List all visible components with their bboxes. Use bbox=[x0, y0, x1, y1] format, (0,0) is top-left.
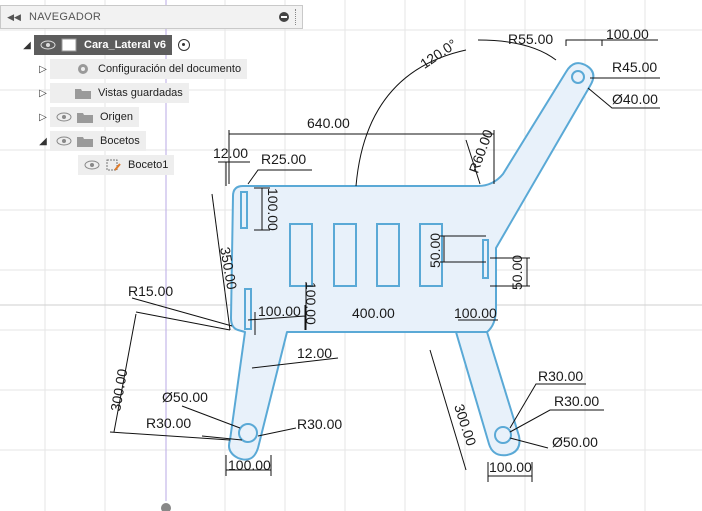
folder-icon bbox=[77, 113, 93, 123]
component-chip[interactable]: Cara_Lateral v6 bbox=[34, 35, 172, 55]
dim-100-h[interactable]: 100.00 bbox=[258, 303, 301, 319]
eye-icon[interactable] bbox=[56, 136, 72, 146]
body-profile[interactable] bbox=[228, 62, 595, 461]
dim-400[interactable]: 400.00 bbox=[352, 305, 395, 321]
tree-item-label: Cara_Lateral v6 bbox=[84, 39, 166, 51]
dim-100-top[interactable]: 100.00 bbox=[606, 26, 649, 42]
tree-item-component[interactable]: ◢ Cara_Lateral v6 bbox=[20, 35, 190, 55]
dim-50-a[interactable]: 50.00 bbox=[427, 233, 443, 268]
navigator-header: ◀◀ NAVEGADOR bbox=[0, 5, 303, 29]
minimize-icon[interactable] bbox=[279, 12, 289, 22]
saved-views-chip[interactable]: Vistas guardadas bbox=[50, 83, 189, 103]
dim-100-r[interactable]: 100.00 bbox=[454, 305, 497, 321]
document-settings-chip[interactable]: Configuración del documento bbox=[50, 59, 248, 79]
sketches-chip[interactable]: Bocetos bbox=[50, 131, 146, 151]
activate-icon[interactable] bbox=[177, 39, 190, 51]
tree-item-sketch1[interactable]: Boceto1 bbox=[78, 155, 175, 175]
dim-dia50-left[interactable]: Ø50.00 bbox=[162, 389, 208, 405]
tree-item-label: Vistas guardadas bbox=[98, 87, 183, 99]
tree-item-label: Boceto1 bbox=[128, 159, 169, 171]
tree-item-saved-views[interactable]: ▷ Vistas guardadas bbox=[36, 83, 189, 103]
gear-icon bbox=[78, 64, 88, 74]
dim-100-bottom-left[interactable]: 100.00 bbox=[228, 457, 271, 473]
expand-triangle-icon[interactable]: ▷ bbox=[36, 112, 50, 123]
sketch1-chip[interactable]: Boceto1 bbox=[78, 155, 175, 175]
dim-100-slot[interactable]: 100.00 bbox=[265, 188, 281, 231]
folder-icon bbox=[75, 89, 91, 99]
dim-dia50-right[interactable]: Ø50.00 bbox=[552, 434, 598, 450]
dim-r30-left-a[interactable]: R30.00 bbox=[146, 415, 191, 431]
dim-12-top[interactable]: 12.00 bbox=[213, 145, 248, 161]
folder-icon bbox=[77, 137, 93, 147]
tree-item-origin[interactable]: ▷ Origen bbox=[36, 107, 140, 127]
tree-item-label: Configuración del documento bbox=[98, 63, 242, 75]
eye-icon[interactable] bbox=[56, 112, 72, 122]
expand-triangle-icon[interactable]: ▷ bbox=[36, 64, 50, 75]
dim-12-bottom[interactable]: 12.00 bbox=[297, 345, 332, 361]
dim-r55[interactable]: R55.00 bbox=[508, 31, 553, 47]
dim-r30-right-b[interactable]: R30.00 bbox=[554, 393, 599, 409]
tree-item-label: Origen bbox=[100, 111, 134, 123]
dim-dia40[interactable]: Ø40.00 bbox=[612, 91, 658, 107]
origin-chip[interactable]: Origen bbox=[50, 107, 140, 127]
navigator-title: NAVEGADOR bbox=[29, 11, 102, 23]
eye-icon[interactable] bbox=[40, 40, 56, 50]
tree-item-sketches[interactable]: ◢ Bocetos bbox=[36, 131, 146, 151]
dim-640[interactable]: 640.00 bbox=[307, 115, 350, 131]
collapse-triangle-icon[interactable]: ◢ bbox=[20, 40, 34, 51]
collapse-panel-icon[interactable]: ◀◀ bbox=[5, 12, 23, 23]
profile[interactable] bbox=[228, 62, 595, 461]
component-icon bbox=[61, 38, 77, 52]
dim-r15[interactable]: R15.00 bbox=[128, 283, 173, 299]
tree-item-label: Bocetos bbox=[100, 135, 140, 147]
dim-r25[interactable]: R25.00 bbox=[261, 151, 306, 167]
dim-r30-left-b[interactable]: R30.00 bbox=[297, 416, 342, 432]
sketch-icon bbox=[106, 159, 121, 171]
dim-r45[interactable]: R45.00 bbox=[612, 59, 657, 75]
expand-triangle-icon[interactable]: ▷ bbox=[36, 88, 50, 99]
dim-r30-right-a[interactable]: R30.00 bbox=[538, 368, 583, 384]
dim-50-b[interactable]: 50.00 bbox=[509, 255, 525, 290]
dim-100-bottom-right[interactable]: 100.00 bbox=[489, 459, 532, 475]
dim-100-v[interactable]: 100.00 bbox=[303, 282, 319, 325]
tree-item-document-settings[interactable]: ▷ Configuración del documento bbox=[36, 59, 248, 79]
dim-300-right[interactable]: 300.00 bbox=[451, 402, 480, 448]
collapse-triangle-icon[interactable]: ◢ bbox=[36, 136, 50, 147]
panel-grip[interactable] bbox=[295, 9, 298, 25]
eye-icon[interactable] bbox=[84, 160, 100, 170]
origin-point[interactable] bbox=[159, 501, 173, 511]
